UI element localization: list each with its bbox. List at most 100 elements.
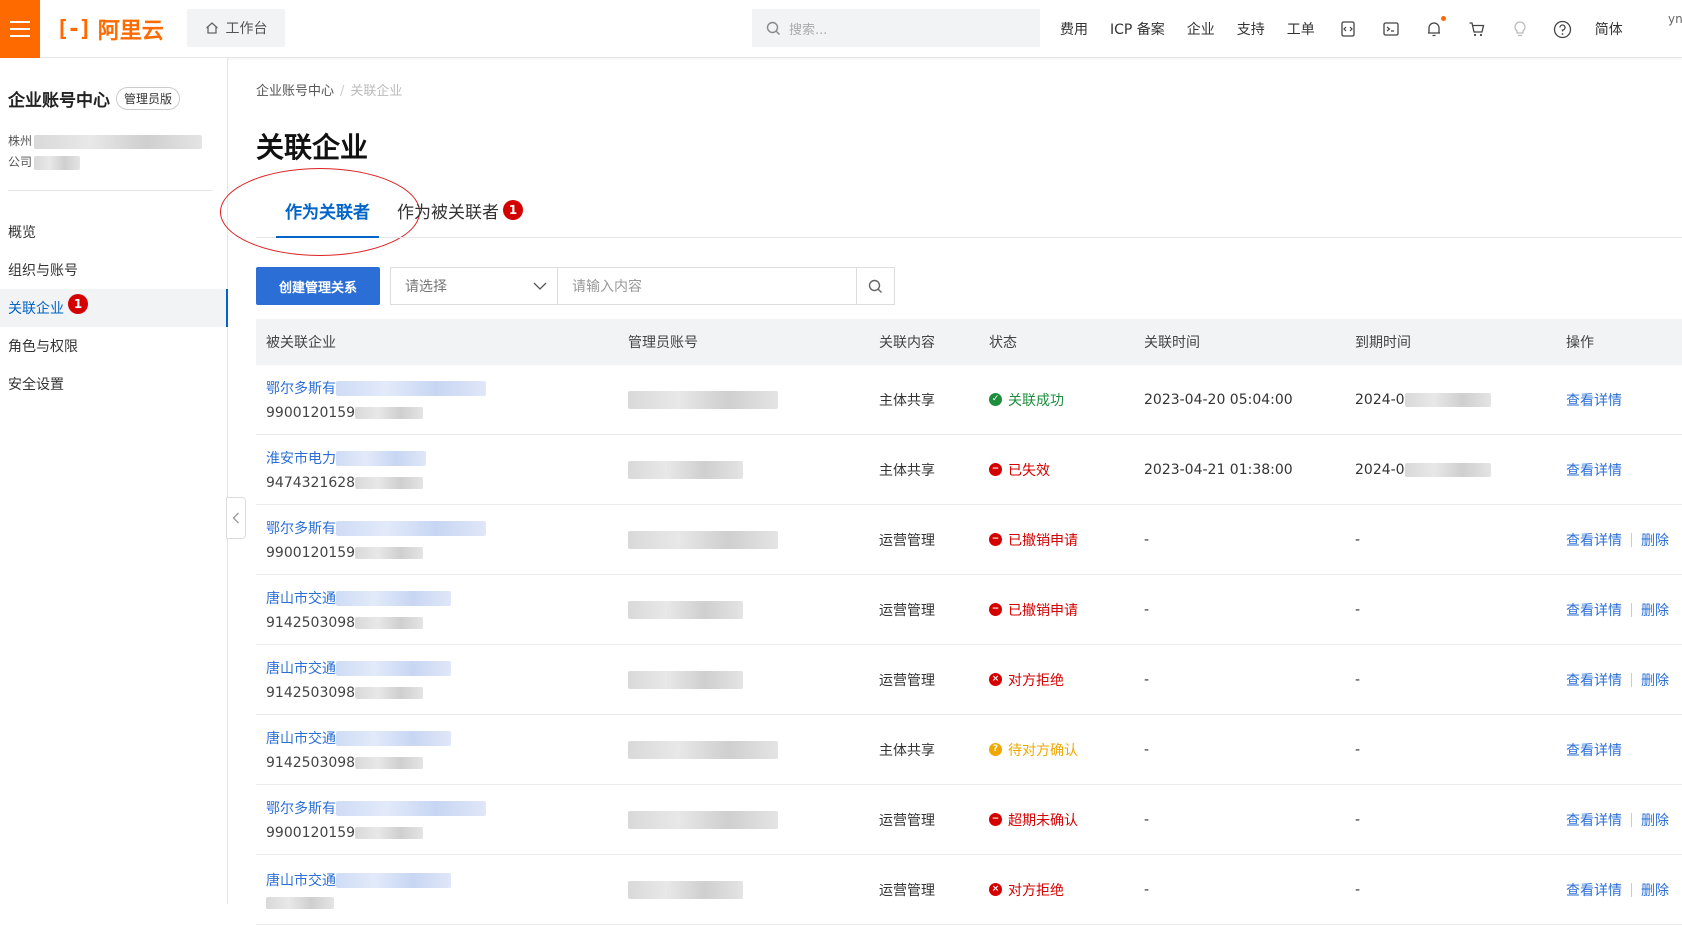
status-badge: ? 待对方确认 xyxy=(989,740,1144,760)
cart-icon[interactable] xyxy=(1466,18,1488,40)
sidebar-item-linked-enterprises[interactable]: 关联企业 1 xyxy=(0,289,228,327)
column-header: 被关联企业 xyxy=(266,335,336,351)
redacted-text xyxy=(628,530,778,549)
user-account[interactable]: yn xyxy=(1668,12,1682,26)
enterprise-id: 9142503098 xyxy=(266,755,628,771)
action-divider xyxy=(1631,602,1632,617)
enterprise-name-link[interactable]: 淮安市电力 xyxy=(266,448,628,468)
enterprise-id: 9142503098 xyxy=(266,685,628,701)
operations-cell: 查看详情 删除 xyxy=(1566,880,1682,900)
enterprise-name-link[interactable]: 鄂尔多斯有 xyxy=(266,518,628,538)
enterprise-name-link[interactable]: 唐山市交通 xyxy=(266,870,628,890)
column-header: 关联时间 xyxy=(1144,335,1200,351)
status-badge: × 对方拒绝 xyxy=(989,670,1144,690)
redacted-text xyxy=(628,740,778,759)
notification-dot xyxy=(1440,16,1446,21)
count-badge: 1 xyxy=(503,200,523,220)
nav-enterprise[interactable]: 企业 xyxy=(1187,19,1215,39)
tab-as-associated[interactable]: 作为被关联者 1 xyxy=(397,198,523,224)
delete-link[interactable]: 删除 xyxy=(1641,810,1669,830)
column-header: 关联内容 xyxy=(879,335,935,351)
delete-link[interactable]: 删除 xyxy=(1641,880,1669,900)
relation-content: 主体共享 xyxy=(879,742,935,759)
enterprise-name-link[interactable]: 唐山市交通 xyxy=(266,728,628,748)
sidebar-item-overview[interactable]: 概览 xyxy=(0,213,228,251)
enterprise-name: 唐山市交通 xyxy=(266,873,336,889)
global-search-input[interactable]: 搜索... xyxy=(752,9,1040,47)
table-row: 鄂尔多斯有 9900120159 主体共享 ✓ 关联成功 2023-04-20 05:04… xyxy=(256,365,1682,435)
view-details-link[interactable]: 查看详情 xyxy=(1566,460,1622,480)
view-details-link[interactable]: 查看详情 xyxy=(1566,810,1622,830)
create-relation-button[interactable]: 创建管理关系 xyxy=(256,267,380,305)
redacted-text xyxy=(355,477,424,489)
status-text: 已失效 xyxy=(1008,462,1050,479)
redacted-text xyxy=(628,880,743,899)
enterprise-name: 鄂尔多斯有 xyxy=(266,521,336,537)
enterprise-cell: 唐山市交通 9142503098 xyxy=(256,658,628,701)
breadcrumb-item[interactable]: 企业账号中心 xyxy=(256,84,334,99)
language-switch[interactable]: 简体 xyxy=(1595,19,1623,39)
tab-bar: 作为关联者 作为被关联者 1 xyxy=(256,188,1682,238)
aliyun-logo[interactable]: [-] 阿里云 xyxy=(56,14,164,45)
delete-link[interactable]: 删除 xyxy=(1641,670,1669,690)
enterprise-name-link[interactable]: 唐山市交通 xyxy=(266,588,628,608)
view-details-link[interactable]: 查看详情 xyxy=(1566,880,1622,900)
enterprise-cell: 淮安市电力 9474321628 xyxy=(256,448,628,491)
chevron-down-icon xyxy=(533,282,547,290)
enterprise-name: 唐山市交通 xyxy=(266,591,336,607)
sidebar-header: 企业账号中心 管理员版 xyxy=(8,86,181,111)
sidebar-divider xyxy=(8,190,213,191)
breadcrumb-current: 关联企业 xyxy=(350,84,403,99)
code-icon[interactable] xyxy=(1337,18,1359,40)
enterprise-name: 唐山市交通 xyxy=(266,731,336,747)
redacted-text xyxy=(628,460,743,479)
delete-link[interactable]: 删除 xyxy=(1641,530,1669,550)
relation-content: 运营管理 xyxy=(879,672,935,689)
admin-account-cell xyxy=(628,460,879,479)
enterprise-cell: 唐山市交通 9142503098 xyxy=(256,728,628,771)
view-details-link[interactable]: 查看详情 xyxy=(1566,670,1622,690)
breadcrumb: 企业账号中心 / 关联企业 xyxy=(256,80,402,99)
bell-icon[interactable] xyxy=(1423,16,1446,40)
help-icon[interactable] xyxy=(1552,18,1574,40)
nav-fees[interactable]: 费用 xyxy=(1060,19,1088,39)
enterprise-name-link[interactable]: 鄂尔多斯有 xyxy=(266,378,628,398)
table-body: 鄂尔多斯有 9900120159 主体共享 ✓ 关联成功 2023-04-20 05:04… xyxy=(256,365,1682,925)
filter-select[interactable]: 请选择 xyxy=(390,267,558,305)
sidebar-collapse-button[interactable] xyxy=(226,497,246,539)
terminal-icon[interactable] xyxy=(1380,18,1402,40)
expiry-time-cell: 2024-0 xyxy=(1355,392,1566,408)
sidebar-item-roles[interactable]: 角色与权限 xyxy=(0,327,228,365)
operations-cell: 查看详情 xyxy=(1566,740,1682,760)
lightbulb-icon[interactable] xyxy=(1509,18,1531,40)
hamburger-menu-icon[interactable] xyxy=(0,0,40,58)
logo-text: 阿里云 xyxy=(97,19,164,44)
nav-ticket[interactable]: 工单 xyxy=(1287,19,1315,39)
redacted-text xyxy=(355,407,424,419)
view-details-link[interactable]: 查看详情 xyxy=(1566,390,1622,410)
expiry-time: - xyxy=(1355,601,1361,618)
workbench-button[interactable]: 工作台 xyxy=(187,9,285,47)
expiry-time-cell: - xyxy=(1355,882,1566,898)
nav-support[interactable]: 支持 xyxy=(1237,19,1265,39)
nav-icp[interactable]: ICP 备案 xyxy=(1110,19,1165,39)
view-details-link[interactable]: 查看详情 xyxy=(1566,530,1622,550)
admin-edition-badge: 管理员版 xyxy=(116,87,181,110)
row-actions: 查看详情 删除 xyxy=(1566,530,1682,550)
tab-as-associator[interactable]: 作为关联者 xyxy=(276,198,379,238)
redacted-text xyxy=(266,897,334,909)
select-placeholder: 请选择 xyxy=(405,279,447,295)
delete-link[interactable]: 删除 xyxy=(1641,600,1669,620)
sidebar-item-org-accounts[interactable]: 组织与账号 xyxy=(0,251,228,289)
sidebar-item-security[interactable]: 安全设置 xyxy=(0,365,228,403)
search-input[interactable]: 请输入内容 xyxy=(558,267,857,305)
view-details-link[interactable]: 查看详情 xyxy=(1566,600,1622,620)
expiry-time: - xyxy=(1355,741,1361,758)
redacted-text xyxy=(1404,462,1491,477)
view-details-link[interactable]: 查看详情 xyxy=(1566,740,1622,760)
relation-content: 主体共享 xyxy=(879,392,935,409)
enterprise-name-link[interactable]: 唐山市交通 xyxy=(266,658,628,678)
enterprise-name-link[interactable]: 鄂尔多斯有 xyxy=(266,798,628,818)
status-cell: − 已撤销申请 xyxy=(989,600,1144,620)
search-button[interactable] xyxy=(857,267,895,305)
